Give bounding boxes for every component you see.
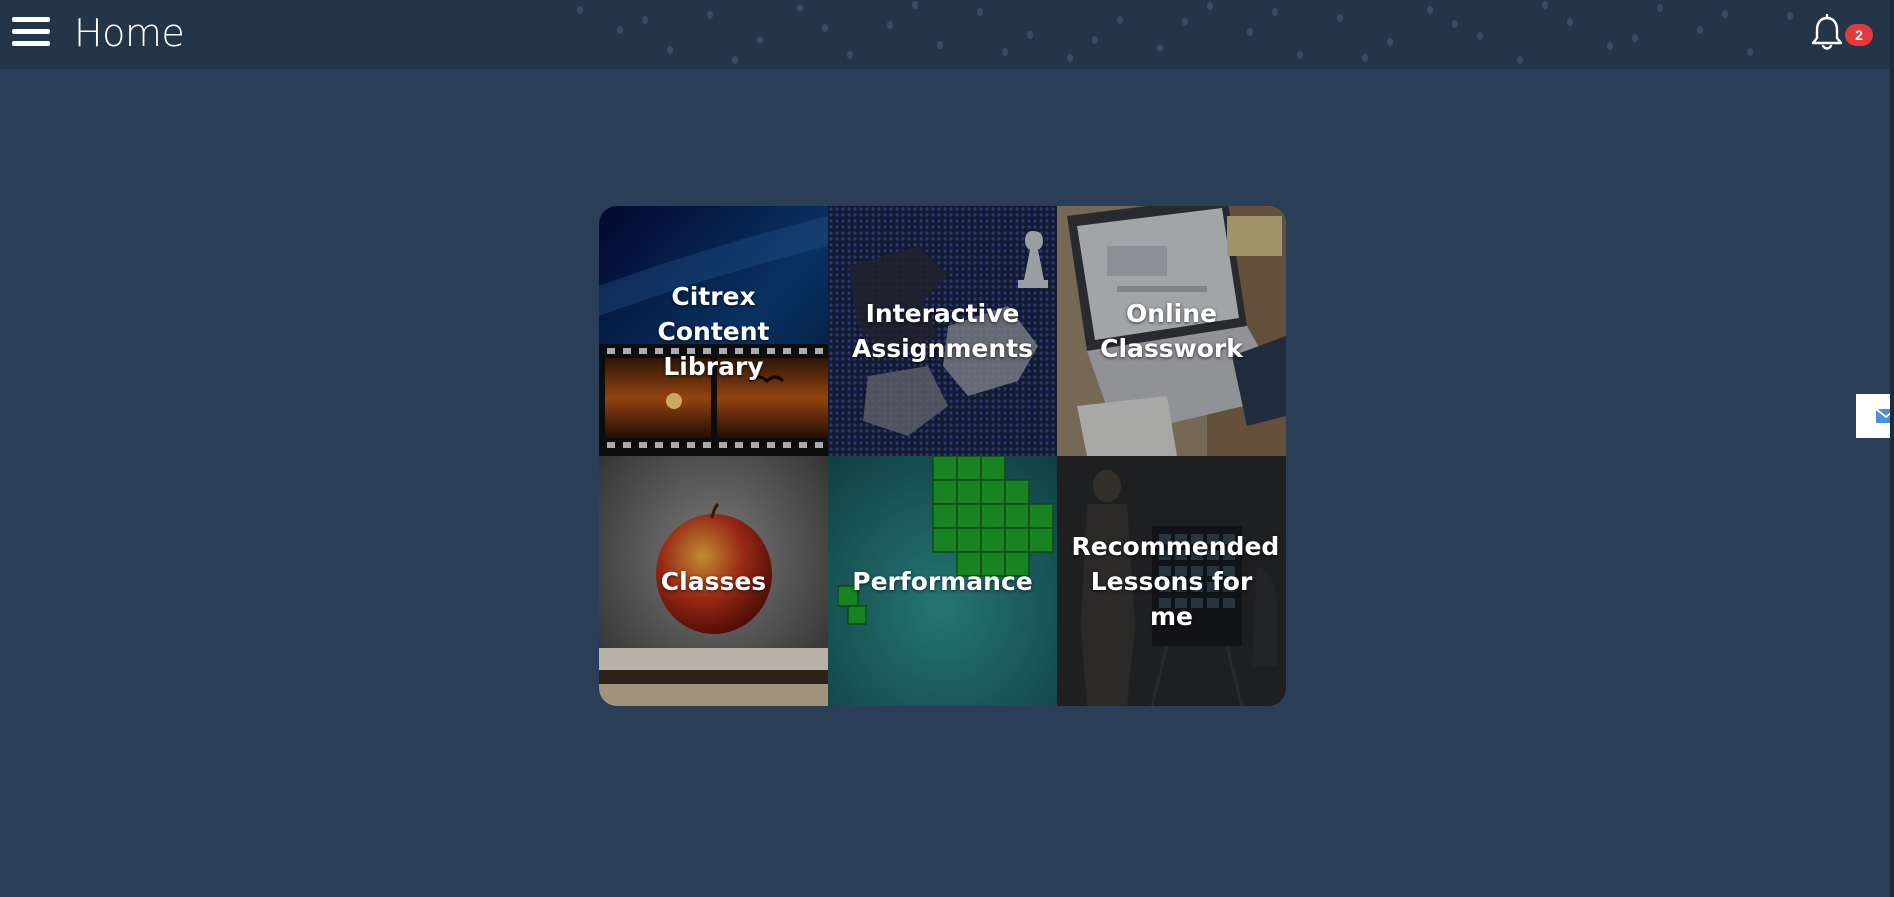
tile-label: Online Classwork [1100, 299, 1243, 363]
tile-performance[interactable]: Performance [828, 456, 1057, 706]
top-bar: Home 2 [0, 0, 1894, 69]
hamburger-menu-icon[interactable] [12, 17, 50, 47]
page-title: Home [74, 11, 185, 55]
bell-icon[interactable] [1810, 14, 1844, 52]
tile-recommended-lessons[interactable]: Recommended Lessons for me [1057, 456, 1286, 706]
tile-label: Classes [660, 566, 767, 596]
tile-classes[interactable]: Classes [599, 456, 828, 706]
mail-side-tab[interactable] [1856, 394, 1894, 438]
tile-label: Recommended Lessons for me [1071, 531, 1280, 631]
tile-interactive-assignments[interactable]: Interactive Assignments [828, 206, 1057, 456]
mail-icon [1875, 408, 1894, 423]
notification-count-badge: 2 [1845, 24, 1873, 46]
tile-citrex-content-library[interactable]: Citrex Content Library [599, 206, 828, 456]
tile-label: Interactive Assignments [851, 299, 1033, 363]
tile-label: Performance [852, 566, 1033, 596]
home-tile-grid: Citrex Content Library Interactive Assig… [599, 206, 1286, 706]
window-right-edge [1890, 0, 1894, 897]
tile-label: Citrex Content Library [657, 281, 770, 381]
header-dot-pattern [577, 1, 1793, 64]
tile-online-classwork[interactable]: Online Classwork [1057, 206, 1286, 456]
